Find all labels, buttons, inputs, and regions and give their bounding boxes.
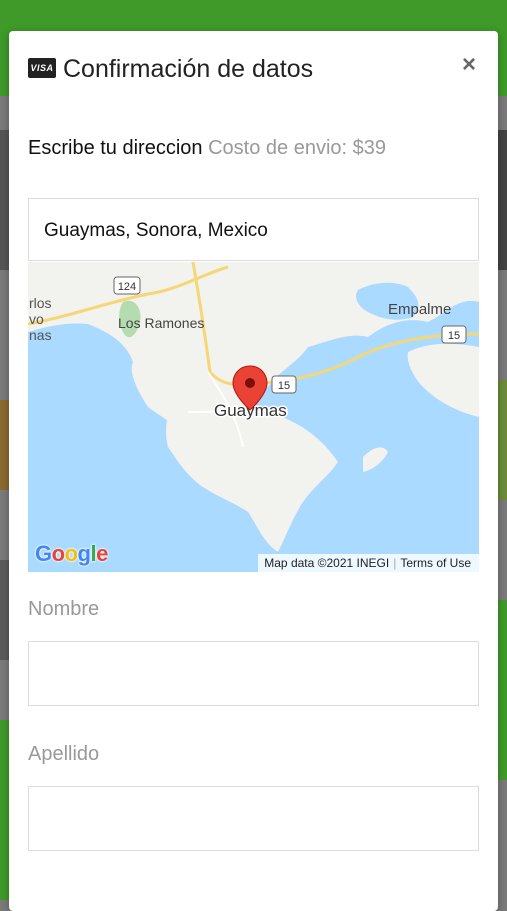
address-heading: Escribe tu direccion Costo de envio: $39 (28, 134, 386, 162)
close-icon[interactable]: × (458, 53, 480, 79)
last-name-label: Apellido (28, 743, 100, 765)
map[interactable]: 124 15 15 rlos vo nas Los Ramones Empalm… (28, 262, 479, 572)
map-attribution: Map data ©2021 INEGI | Terms of Use (258, 554, 479, 572)
background-card (497, 380, 507, 500)
place-label: Empalme (388, 301, 451, 318)
place-label: nas (29, 327, 52, 343)
highway-label: 15 (278, 380, 290, 392)
highway-label: 124 (118, 281, 136, 293)
background-card (497, 600, 507, 780)
highway-shield: 15 (441, 325, 467, 344)
place-label: vo (29, 311, 44, 327)
address-label: Escribe tu direccion (28, 137, 203, 159)
highway-label: 15 (448, 330, 460, 342)
highway-shield: 124 (113, 276, 141, 295)
place-label: Los Ramones (118, 315, 204, 331)
shipping-cost: Costo de envio: $39 (208, 137, 386, 159)
visa-card-icon: VISA (28, 58, 56, 78)
confirmation-modal: VISA Confirmación de datos × Escribe tu … (9, 31, 498, 911)
last-name-field[interactable] (28, 786, 479, 851)
address-input[interactable]: Guaymas, Sonora, Mexico (28, 198, 479, 261)
highway-shield: 15 (271, 375, 297, 394)
modal-header: VISA Confirmación de datos × (28, 53, 480, 87)
first-name-field[interactable] (28, 641, 479, 706)
modal-title: Confirmación de datos (63, 55, 314, 83)
background-card (497, 130, 507, 270)
map-canvas[interactable]: 124 15 15 rlos vo nas Los Ramones Empalm… (28, 262, 479, 572)
map-data-text: Map data ©2021 INEGI (264, 556, 390, 570)
place-label: rlos (29, 295, 52, 311)
google-logo: Google (35, 541, 108, 566)
first-name-label: Nombre (28, 598, 100, 620)
terms-of-use-link[interactable]: Terms of Use (400, 556, 471, 570)
